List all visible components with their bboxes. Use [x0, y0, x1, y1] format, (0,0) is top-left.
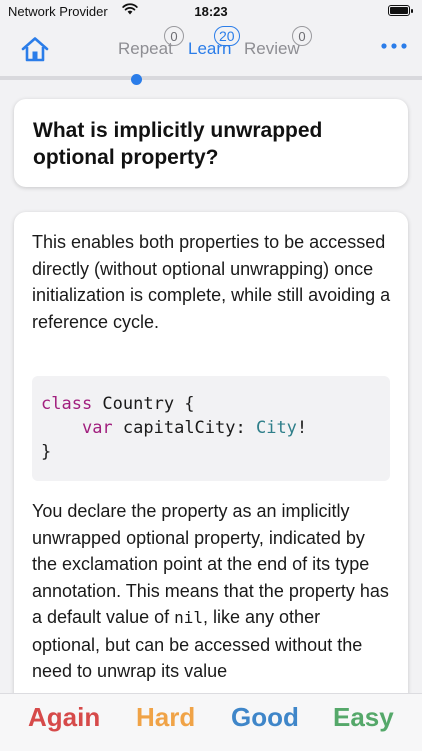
code-keyword: class	[41, 394, 93, 414]
code-text: Country {	[92, 394, 195, 414]
good-button[interactable]: Good	[231, 702, 299, 733]
ellipsis-icon[interactable]	[380, 40, 408, 52]
code-block: class Country { var capitalCity: City! }	[32, 376, 390, 481]
answer-bar: Again Hard Good Easy	[0, 693, 422, 751]
question-card[interactable]: What is implicitly unwrapped optional pr…	[14, 99, 408, 187]
code-text: capitalCity:	[112, 418, 256, 438]
again-button[interactable]: Again	[28, 702, 100, 733]
review-count-badge: 0	[292, 26, 312, 46]
code-line: var capitalCity: City!	[41, 416, 307, 440]
code-text: }	[41, 442, 52, 462]
code-type: City	[255, 418, 297, 438]
code-text: !	[296, 418, 308, 438]
battery-icon	[388, 5, 413, 16]
answer-card[interactable]: This enables both properties to be acces…	[14, 212, 408, 712]
progress-track	[0, 76, 422, 80]
question-text: What is implicitly unwrapped optional pr…	[33, 119, 323, 169]
clock: 18:23	[194, 4, 228, 19]
code-line: class Country {	[41, 392, 195, 416]
code-keyword: var	[81, 418, 113, 438]
repeat-count-badge: 0	[164, 26, 184, 46]
tab-review[interactable]: Review	[244, 39, 300, 59]
house-icon[interactable]	[20, 36, 50, 62]
status-bar: Network Provider 18:23	[0, 0, 422, 24]
answer-intro: This enables both properties to be acces…	[32, 232, 391, 332]
learn-count-badge: 20	[214, 26, 240, 46]
hard-button[interactable]: Hard	[136, 702, 195, 733]
easy-button[interactable]: Easy	[333, 702, 394, 733]
nav-bar: Repeat Learn Review	[0, 24, 422, 76]
inline-code: nil	[174, 608, 204, 627]
progress-indicator	[131, 74, 142, 85]
answer-body: You declare the property as an implicitl…	[32, 498, 392, 685]
tab-repeat[interactable]: Repeat	[118, 39, 173, 59]
code-line: }	[41, 440, 51, 464]
